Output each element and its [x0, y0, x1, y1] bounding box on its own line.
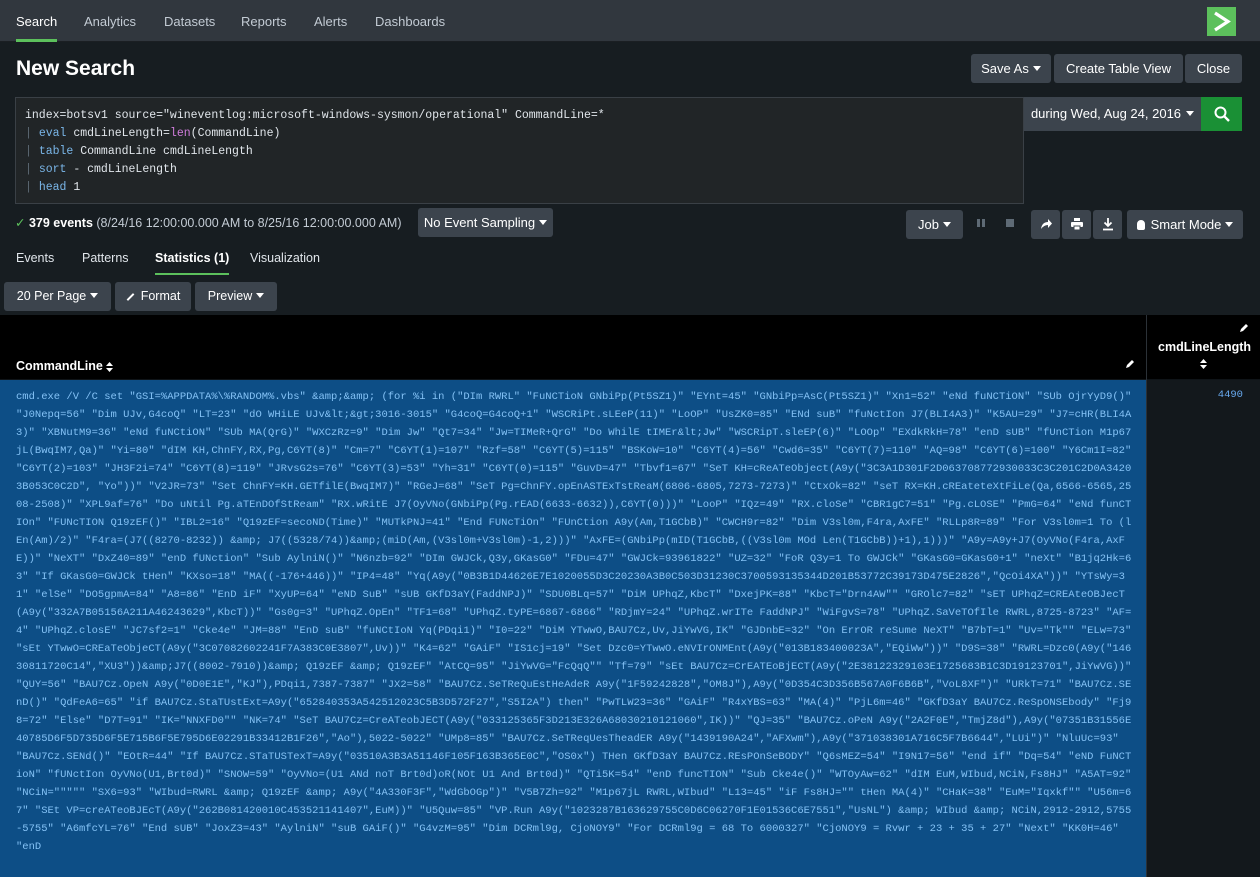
check-icon: ✓ [15, 216, 26, 230]
bulb-icon [1136, 219, 1145, 230]
search-status: ✓ 379 events (8/24/16 12:00:00.000 AM to… [15, 215, 401, 230]
sort-icon [1200, 359, 1207, 369]
print-button[interactable] [1062, 210, 1091, 239]
save-as-label: Save As [981, 61, 1029, 76]
nav-tab-analytics[interactable]: Analytics [84, 0, 136, 42]
nav-tab-alerts[interactable]: Alerts [314, 0, 347, 42]
job-label: Job [918, 217, 939, 232]
magnifier-icon [1214, 106, 1230, 122]
per-page-dropdown[interactable]: 20 Per Page [4, 282, 111, 311]
nav-tab-datasets[interactable]: Datasets [164, 0, 215, 42]
nav-tab-search[interactable]: Search [16, 0, 58, 42]
time-range-picker[interactable]: during Wed, Aug 24, 2016 [1024, 97, 1201, 131]
caret-down-icon [539, 220, 548, 226]
pencil-icon[interactable] [1239, 323, 1249, 333]
pencil-icon [126, 292, 135, 301]
share-button[interactable] [1031, 210, 1060, 239]
tab-events[interactable]: Events [16, 251, 54, 275]
caret-down-icon [1186, 111, 1195, 117]
caret-down-icon [1032, 66, 1041, 72]
event-sampling-dropdown[interactable]: No Event Sampling [418, 208, 553, 237]
search-mode-label: Smart Mode [1150, 217, 1222, 232]
export-button[interactable] [1093, 210, 1122, 239]
query-line-3: | table CommandLine cmdLineLength [25, 145, 253, 158]
tab-visualization[interactable]: Visualization [250, 251, 320, 275]
tab-patterns[interactable]: Patterns [82, 251, 129, 275]
table-cell-commandline[interactable]: cmd.exe /V /C set "GSI=%APPDATA%\%RANDOM… [0, 380, 1146, 877]
time-range-label: during Wed, Aug 24, 2016 [1030, 106, 1182, 121]
column-header-commandline[interactable]: CommandLine [0, 315, 1146, 379]
table-cell-cmdlinelength[interactable]: 4490 [1147, 380, 1260, 877]
column-header-cmdlinelength[interactable]: cmdLineLength [1147, 315, 1260, 379]
event-count[interactable]: 379 events [29, 216, 93, 230]
time-range-text: (8/24/16 12:00:00.000 AM to 8/25/16 12:0… [96, 216, 402, 230]
page-title: New Search [16, 57, 136, 80]
caret-down-icon [256, 293, 265, 299]
search-query-input[interactable]: index=botsv1 source="wineventlog:microso… [15, 97, 1024, 204]
download-icon [1102, 218, 1113, 231]
query-line-4: | sort - cmdLineLength [25, 163, 177, 176]
format-button[interactable]: Format [115, 282, 191, 311]
create-table-view-button[interactable]: Create Table View [1054, 54, 1183, 83]
nav-tab-dashboards[interactable]: Dashboards [375, 0, 445, 42]
event-sampling-label: No Event Sampling [423, 215, 536, 230]
sort-icon [105, 361, 113, 372]
preview-label: Preview [207, 289, 253, 303]
caret-down-icon [1225, 222, 1234, 228]
column-label-cmdlinelength: cmdLineLength [1158, 340, 1252, 354]
pencil-icon[interactable] [1125, 359, 1135, 369]
share-icon [1040, 219, 1052, 229]
close-button[interactable]: Close [1185, 54, 1242, 83]
query-line-5: | head 1 [25, 181, 81, 194]
save-as-button[interactable]: Save As [971, 54, 1051, 83]
search-mode-dropdown[interactable]: Smart Mode [1127, 210, 1243, 239]
pause-icon[interactable] [975, 217, 987, 229]
results-table: CommandLine cmdLineLength cmd.exe /V /C … [0, 315, 1260, 877]
nav-tab-reports[interactable]: Reports [241, 0, 287, 42]
stop-icon[interactable] [1004, 217, 1016, 229]
caret-down-icon [90, 293, 99, 299]
job-dropdown[interactable]: Job [906, 210, 963, 239]
caret-down-icon [942, 222, 951, 228]
tab-statistics[interactable]: Statistics (1) [155, 251, 230, 275]
per-page-label: 20 Per Page [16, 289, 87, 303]
query-line-1: index=botsv1 source="wineventlog:microso… [25, 109, 605, 122]
format-label: Format [140, 289, 181, 303]
preview-dropdown[interactable]: Preview [195, 282, 277, 311]
splunk-chevron-icon[interactable] [1207, 7, 1236, 36]
column-label-commandline: CommandLine [16, 359, 103, 373]
printer-icon [1070, 218, 1083, 231]
query-line-2: | eval cmdLineLength=len(CommandLine) [25, 127, 281, 140]
top-nav: Search Analytics Datasets Reports Alerts… [0, 0, 1260, 42]
search-button[interactable] [1201, 97, 1242, 131]
